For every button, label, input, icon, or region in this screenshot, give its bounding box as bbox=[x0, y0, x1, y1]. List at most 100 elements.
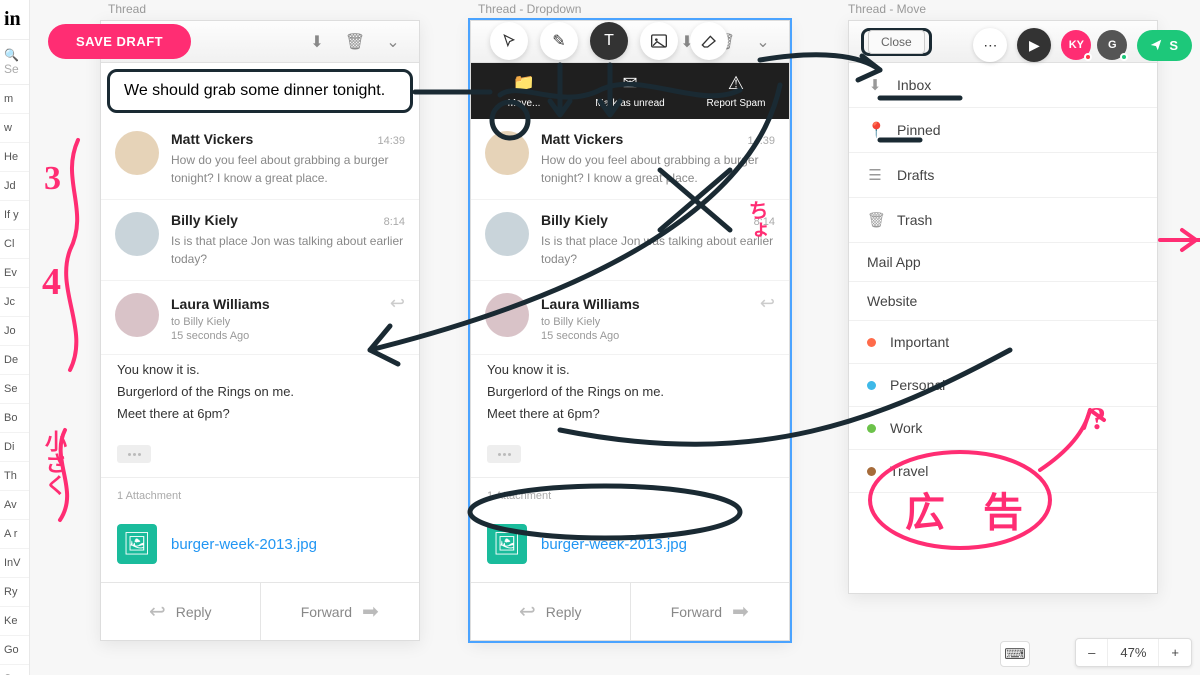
dropdown-item[interactable]: 📁 Move... bbox=[471, 63, 577, 119]
sidebar-item[interactable]: Jc bbox=[0, 288, 29, 317]
image-tool[interactable] bbox=[640, 22, 678, 60]
sidebar-item[interactable]: De bbox=[0, 346, 29, 375]
zoom-out-button[interactable]: – bbox=[1076, 639, 1107, 666]
sidebar-item[interactable]: InV bbox=[0, 549, 29, 578]
save-draft-button[interactable]: SAVE DRAFT bbox=[48, 24, 191, 59]
annotation-pink-mid: ちょ bbox=[742, 200, 771, 240]
sidebar-item[interactable]: He bbox=[0, 143, 29, 172]
subject-text: We should grab some dinner tonight. bbox=[124, 82, 385, 99]
move-label-row[interactable]: Work bbox=[849, 407, 1157, 450]
app-logo: in bbox=[0, 0, 29, 40]
sidebar-item[interactable]: Bo bbox=[0, 404, 29, 433]
message-row[interactable]: Matt Vickers14:39How do you feel about g… bbox=[101, 119, 419, 200]
subject-bar: We should grab some dinner tonight. bbox=[107, 69, 413, 113]
attachment-row[interactable]: 🖼 burger-week-2013.jpg bbox=[471, 514, 789, 582]
sidebar-item[interactable]: Se bbox=[0, 375, 29, 404]
play-button[interactable]: ▶ bbox=[1017, 28, 1051, 62]
user-avatar[interactable]: G bbox=[1097, 30, 1127, 60]
sidebar-item[interactable]: w bbox=[0, 114, 29, 143]
keyboard-icon[interactable]: ⌨ bbox=[1000, 641, 1030, 667]
expand-quoted-icon[interactable] bbox=[487, 445, 521, 463]
sidebar-item[interactable]: Cl bbox=[0, 230, 29, 259]
search-icon[interactable]: 🔍 Se bbox=[0, 40, 29, 85]
reply-icon[interactable]: ↩ bbox=[760, 293, 775, 314]
sidebar-item[interactable]: Jd bbox=[0, 172, 29, 201]
user-avatar[interactable]: KY bbox=[1061, 30, 1091, 60]
chevron-down-icon[interactable]: ⌄ bbox=[379, 28, 407, 56]
sidebar-item[interactable]: m bbox=[0, 85, 29, 114]
avatar bbox=[115, 212, 159, 256]
action-bar: ↩Reply Forward➡ bbox=[101, 582, 419, 640]
sidebar-item[interactable]: Av bbox=[0, 491, 29, 520]
sidebar-item[interactable]: If y bbox=[0, 201, 29, 230]
move-folder-row[interactable]: 📍Pinned bbox=[849, 108, 1157, 153]
more-menu-button[interactable]: ⋯ bbox=[973, 28, 1007, 62]
dropdown-icon: 📁 bbox=[475, 73, 573, 94]
expand-quoted-icon[interactable] bbox=[117, 445, 151, 463]
timestamp: 15 seconds Ago bbox=[171, 330, 405, 342]
label-color-dot bbox=[867, 381, 876, 390]
move-label-name: Work bbox=[890, 420, 922, 436]
message-preview: How do you feel about grabbing a burger … bbox=[171, 151, 405, 187]
avatar bbox=[485, 212, 529, 256]
image-file-icon: 🖼 bbox=[117, 524, 157, 564]
move-folder-row[interactable]: ⬇Inbox bbox=[849, 63, 1157, 108]
message-row[interactable]: Laura Williams↩to Billy Kiely15 seconds … bbox=[471, 281, 789, 355]
avatar bbox=[115, 293, 159, 337]
move-folder-row[interactable]: 🗑Trash bbox=[849, 198, 1157, 243]
annotation-pink-4: 4 bbox=[42, 260, 61, 304]
message-row[interactable]: Billy Kiely8:14Is is that place Jon was … bbox=[101, 200, 419, 281]
sidebar-item[interactable]: A r bbox=[0, 520, 29, 549]
move-label-row[interactable]: Personal bbox=[849, 364, 1157, 407]
text-tool[interactable]: T bbox=[590, 22, 628, 60]
chevron-down-icon[interactable]: ⌄ bbox=[749, 28, 777, 56]
eraser-tool[interactable] bbox=[690, 22, 728, 60]
sidebar-item[interactable]: Th bbox=[0, 462, 29, 491]
reply-icon[interactable]: ↩ bbox=[390, 293, 405, 314]
attachment-count: 1 Attachment bbox=[471, 477, 789, 514]
move-folder-row[interactable]: ☰Drafts bbox=[849, 153, 1157, 198]
zoom-control: – 47% + bbox=[1075, 638, 1192, 667]
dropdown-label: Move... bbox=[508, 98, 541, 109]
sidebar-item[interactable]: Ke bbox=[0, 607, 29, 636]
dropdown-item[interactable]: ✉Mark as unread bbox=[577, 63, 683, 119]
reply-button[interactable]: ↩Reply bbox=[101, 583, 260, 640]
move-folder-label: Inbox bbox=[897, 77, 931, 93]
share-label: S bbox=[1169, 38, 1178, 53]
move-label-name: Travel bbox=[890, 463, 928, 479]
message-preview: How do you feel about grabbing a burger … bbox=[541, 151, 775, 187]
sidebar-item[interactable]: Di bbox=[0, 433, 29, 462]
pointer-tool[interactable] bbox=[490, 22, 528, 60]
sidebar-item[interactable]: Ev bbox=[0, 259, 29, 288]
message-row[interactable]: Laura Williams↩to Billy Kiely15 seconds … bbox=[101, 281, 419, 355]
share-button[interactable]: S bbox=[1137, 30, 1192, 61]
forward-label: Forward bbox=[301, 604, 352, 620]
sender-name: Billy Kiely bbox=[171, 212, 238, 228]
move-label-row[interactable]: Important bbox=[849, 321, 1157, 364]
message-row[interactable]: Matt Vickers14:39How do you feel about g… bbox=[471, 119, 789, 200]
move-label-name: Personal bbox=[890, 377, 945, 393]
trash-icon[interactable]: 🗑 bbox=[341, 28, 369, 56]
reply-button[interactable]: ↩Reply bbox=[471, 583, 630, 640]
sidebar-item[interactable]: Jo bbox=[0, 317, 29, 346]
forward-label: Forward bbox=[671, 604, 722, 620]
archive-icon[interactable]: ⬇ bbox=[303, 28, 331, 56]
close-button[interactable]: Close bbox=[868, 30, 925, 54]
reply-label: Reply bbox=[176, 604, 212, 620]
sidebar-item[interactable]: Go bbox=[0, 636, 29, 665]
thread-dropdown-panel: ⬇ 🗑 ⌄ 📁Move...✉Mark as unread⚠Report Spa… bbox=[470, 20, 790, 641]
attachment-filename: burger-week-2013.jpg bbox=[171, 536, 317, 553]
forward-button[interactable]: Forward➡ bbox=[630, 583, 790, 640]
sidebar-item[interactable]: Sc bbox=[0, 665, 29, 675]
pencil-tool[interactable]: ✎ bbox=[540, 22, 578, 60]
forward-button[interactable]: Forward➡ bbox=[260, 583, 420, 640]
message-body: You know it is.Burgerlord of the Rings o… bbox=[101, 355, 419, 439]
dropdown-item[interactable]: ⚠Report Spam bbox=[683, 63, 789, 119]
attachment-row[interactable]: 🖼 burger-week-2013.jpg bbox=[101, 514, 419, 582]
sidebar-item[interactable]: Ry bbox=[0, 578, 29, 607]
zoom-in-button[interactable]: + bbox=[1158, 639, 1191, 666]
dropdown-icon: ✉ bbox=[581, 73, 679, 94]
move-section-mailapp: Mail App bbox=[849, 243, 1157, 282]
zoom-percent[interactable]: 47% bbox=[1107, 639, 1158, 666]
annotation-pink-small: 小さく bbox=[38, 430, 70, 496]
